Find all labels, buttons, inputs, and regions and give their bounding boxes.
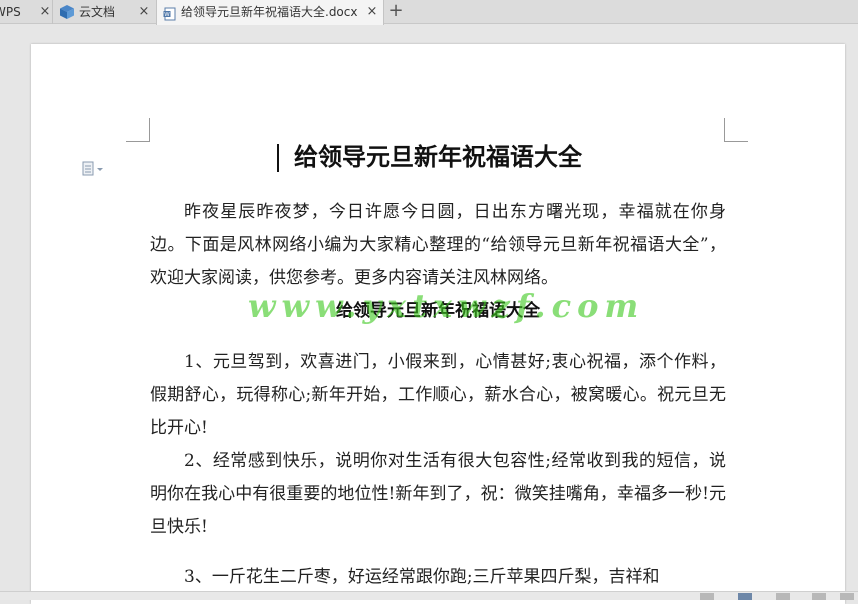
list-item[interactable]: 3、一斤花生二斤枣，好运经常跟你跑;三斤苹果四斤梨，吉祥和: [150, 561, 726, 594]
list-item[interactable]: 1、元旦驾到，欢喜进门，小假来到，心情甚好;衷心祝福，添个作料，假期舒心，玩得称…: [150, 346, 726, 445]
cube-icon: [59, 4, 75, 28]
tab-label: 给领导元旦新年祝福语大全.docx: [181, 5, 358, 19]
intro-paragraph[interactable]: 昨夜星辰昨夜梦，今日许愿今日圆，日出东方曙光现，幸福就在你身边。下面是风林网络小…: [150, 196, 726, 295]
paragraph-layout-icon[interactable]: [82, 160, 108, 178]
close-icon[interactable]: ×: [137, 0, 151, 24]
tab-bar: WPS × 云文档 × W 给领导元旦新年祝福语大全.docx × +: [0, 0, 858, 25]
tab-cloud-docs[interactable]: 云文档 ×: [52, 0, 156, 24]
svg-text:W: W: [164, 12, 170, 18]
crop-mark-top-right: [724, 118, 748, 142]
document-title[interactable]: 给领导元旦新年祝福语大全: [150, 140, 726, 174]
tab-label: WPS: [0, 5, 21, 19]
watermark: www.yxtxwzf.com: [248, 287, 645, 325]
close-icon[interactable]: ×: [38, 0, 52, 24]
text-cursor: [277, 144, 279, 172]
tab-wps[interactable]: WPS ×: [0, 0, 52, 24]
tab-label: 云文档: [79, 5, 116, 19]
word-doc-icon: W: [163, 5, 177, 29]
list-item[interactable]: 2、经常感到快乐，说明你对生活有很大包容性;经常收到我的短信，说明你在我心中有很…: [150, 445, 726, 544]
crop-mark-top-left: [126, 118, 150, 142]
close-icon[interactable]: ×: [365, 0, 379, 24]
tab-document[interactable]: W 给领导元旦新年祝福语大全.docx ×: [156, 0, 384, 25]
new-tab-button[interactable]: +: [386, 0, 406, 24]
